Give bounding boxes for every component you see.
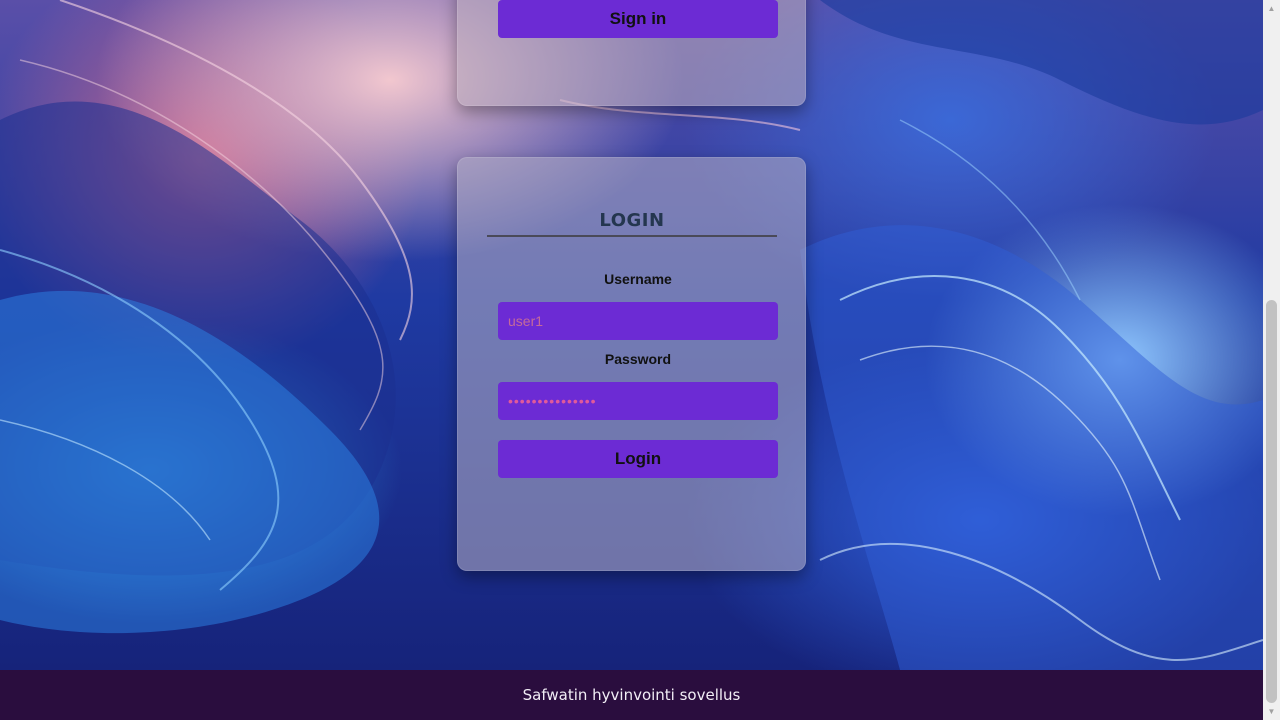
signin-card: Sign in: [457, 0, 806, 106]
footer: Safwatin hyvinvointi sovellus: [0, 670, 1263, 720]
username-label: Username: [604, 271, 672, 287]
title-divider: [487, 235, 777, 237]
footer-text: Safwatin hyvinvointi sovellus: [522, 686, 741, 704]
vertical-scrollbar[interactable]: ▲ ▼: [1263, 0, 1280, 720]
username-input[interactable]: [498, 302, 778, 340]
sign-in-button[interactable]: Sign in: [498, 0, 778, 38]
login-card: LOGIN Username Password Login: [457, 157, 806, 571]
login-button[interactable]: Login: [498, 440, 778, 478]
password-label: Password: [604, 351, 672, 367]
chevron-up-icon[interactable]: ▲: [1263, 0, 1280, 17]
page-viewport: Sign in LOGIN Username Password Login Sa…: [0, 0, 1263, 720]
scrollbar-thumb[interactable]: [1266, 300, 1277, 703]
password-input[interactable]: [498, 382, 778, 420]
login-title: LOGIN: [599, 210, 665, 231]
chevron-down-icon[interactable]: ▼: [1263, 703, 1280, 720]
